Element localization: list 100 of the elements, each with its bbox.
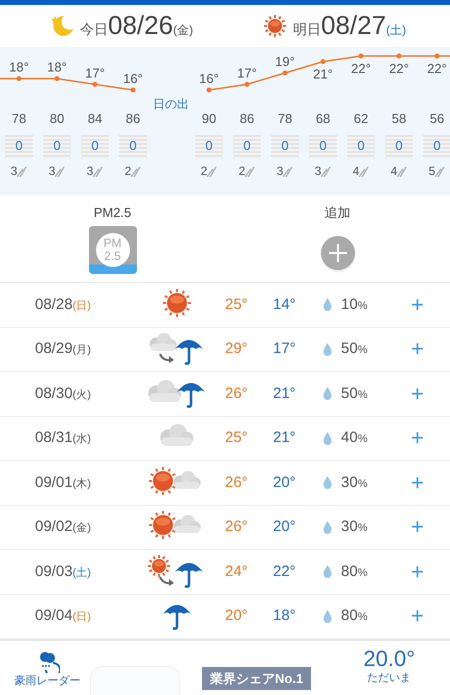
radar-label[interactable]: 豪雨レーダー — [14, 673, 80, 690]
high-temperature: 29° — [225, 339, 249, 359]
humidity-text: 62 — [354, 110, 368, 128]
humidity-text: 56 — [430, 110, 444, 128]
moon-icon — [50, 14, 74, 38]
rain-chance: 80 — [341, 562, 358, 582]
add-button[interactable] — [320, 236, 354, 270]
high-temperature: 26° — [225, 517, 249, 537]
weekday-text: (日) — [72, 610, 91, 625]
sunrise-label: 日の出 — [153, 96, 189, 113]
temperature-label: 22° — [427, 60, 447, 76]
wind-speed: 2 — [238, 165, 246, 177]
weekday-text: (金) — [173, 22, 194, 39]
humidity-text: 58 — [392, 110, 406, 128]
add-button[interactable]: + — [409, 382, 426, 405]
add-button[interactable]: + — [409, 472, 426, 494]
rain-chance: 50 — [341, 384, 358, 404]
low-temperature: 14° — [273, 294, 297, 314]
percent-sign: % — [358, 343, 368, 358]
temperature-label: 19° — [275, 54, 295, 69]
precipitation-cell: 0 — [385, 135, 413, 157]
low-temperature: 22° — [273, 562, 297, 582]
precipitation-cell: 0 — [5, 135, 33, 157]
wind-icon — [435, 165, 446, 177]
date-text: 08/31 — [35, 428, 73, 448]
percent-sign: % — [358, 432, 368, 447]
plus-icon — [328, 243, 348, 263]
temperature-label: 18° — [9, 60, 29, 75]
date-text: 08/30 — [35, 384, 73, 404]
wind-icon — [283, 165, 294, 177]
ad-banner[interactable]: 業界シェアNo.1 — [202, 666, 312, 690]
wind-speed: 4 — [390, 165, 398, 177]
temperature-label: 16° — [123, 71, 143, 86]
temperature-label: 22° — [389, 60, 409, 76]
low-temperature: 20° — [273, 517, 297, 537]
pm25-button[interactable]: PM 2.5 — [88, 226, 136, 274]
sun-arrow-umbrella-icon — [145, 554, 205, 590]
weekday-text: (水) — [72, 432, 91, 447]
weekday-text: (金) — [72, 521, 91, 536]
add-button[interactable]: + — [409, 560, 426, 583]
raindrop-icon — [323, 520, 332, 534]
low-temperature: 20° — [273, 472, 297, 492]
precipitation-cell: 0 — [119, 135, 147, 157]
percent-sign: % — [358, 610, 368, 625]
raindrop-icon — [323, 476, 332, 490]
widget-label: 追加 — [324, 204, 350, 222]
rain-chance: 80 — [341, 606, 358, 626]
add-button[interactable]: + — [409, 516, 426, 538]
humidity-text: 84 — [88, 110, 102, 128]
high-temperature: 26° — [225, 472, 249, 492]
weekday-text: (土) — [386, 22, 406, 39]
add-button[interactable]: + — [409, 338, 426, 360]
humidity-text: 68 — [316, 110, 330, 128]
raindrop-icon — [323, 565, 332, 578]
widget-label: PM2.5 — [94, 204, 132, 222]
weekday-text: (月) — [72, 343, 91, 358]
raindrop-icon — [323, 432, 332, 445]
weekday-text: (火) — [72, 388, 91, 402]
temperature-label: 18° — [47, 60, 67, 75]
precipitation-cell: 0 — [309, 135, 337, 157]
date-text: 08/28 — [35, 294, 73, 314]
wind-icon — [397, 165, 408, 177]
low-temperature: 21° — [273, 428, 297, 448]
add-button[interactable]: + — [409, 294, 426, 316]
add-button[interactable]: + — [409, 427, 426, 450]
wind-speed: 3 — [86, 165, 94, 177]
raindrop-icon — [323, 342, 332, 356]
wind-icon — [359, 165, 370, 177]
high-temperature: 25° — [225, 428, 249, 448]
raindrop-icon — [323, 610, 332, 623]
high-temperature: 24° — [225, 562, 249, 582]
wind-speed: 5 — [428, 165, 436, 177]
date-text: 08/26 — [108, 12, 174, 38]
humidity-text: 80 — [50, 110, 64, 128]
high-temperature: 26° — [225, 384, 249, 404]
date-text: 09/03 — [35, 562, 73, 582]
high-temperature: 20° — [225, 606, 249, 626]
precipitation-cell: 0 — [347, 135, 375, 157]
humidity-text: 86 — [240, 110, 254, 128]
date-text: 09/01 — [35, 472, 73, 492]
current-temperature: 20.0° — [363, 648, 415, 670]
low-temperature: 18° — [273, 606, 297, 626]
percent-sign: % — [358, 566, 368, 580]
temperature-label: 17° — [85, 65, 105, 80]
percent-sign: % — [358, 298, 368, 314]
precipitation-cell: 0 — [233, 135, 261, 157]
temperature-label: 22° — [351, 60, 371, 76]
wind-speed: 2 — [200, 165, 208, 177]
humidity-text: 78 — [278, 110, 292, 128]
current-label: ただいま — [367, 671, 412, 686]
date-text: 09/04 — [35, 606, 73, 626]
wind-icon — [321, 165, 332, 177]
day-label: 明日 — [293, 20, 321, 39]
low-temperature: 21° — [273, 384, 297, 404]
add-button[interactable]: + — [409, 605, 426, 628]
wind-icon — [55, 165, 66, 177]
wind-speed: 3 — [48, 165, 56, 177]
precipitation-cell: 0 — [423, 135, 450, 157]
rain-chance: 30 — [341, 472, 358, 492]
temperature-label: 17° — [237, 65, 257, 80]
